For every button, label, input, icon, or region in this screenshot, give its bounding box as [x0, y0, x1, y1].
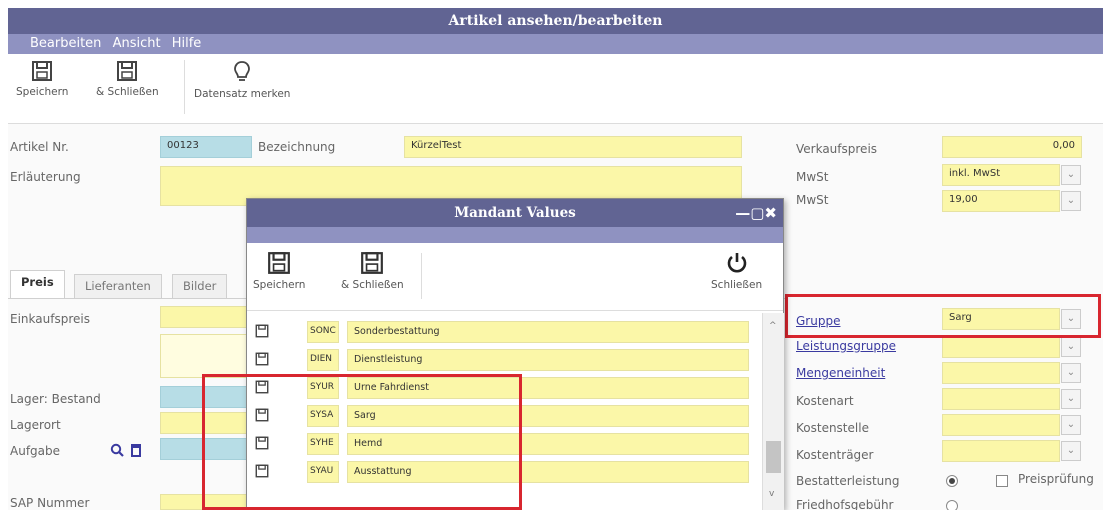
lager-bestand-label: Lager: Bestand [10, 392, 101, 406]
dialog-save-close-button[interactable]: & Schließen [341, 251, 404, 291]
kostenstelle-select[interactable] [942, 414, 1060, 436]
tab-lieferanten[interactable]: Lieferanten [74, 274, 162, 298]
dialog-close-button[interactable]: Schließen [711, 251, 762, 291]
lagerort-label: Lagerort [10, 418, 61, 432]
artikel-nr-field[interactable]: 00123 [160, 136, 252, 158]
dialog-titlebar: Mandant Values —▢✖ [247, 199, 783, 227]
floppy-icon [268, 252, 291, 274]
floppy-icon[interactable] [255, 324, 269, 338]
toolbar-divider [184, 60, 185, 114]
rows-highlight [202, 374, 522, 510]
row-description[interactable]: Dienstleistung [347, 349, 749, 371]
dialog-subbar [247, 227, 783, 243]
chevron-down-icon[interactable]: ⌄ [1061, 363, 1081, 383]
chevron-down-icon[interactable]: ⌄ [1061, 191, 1081, 211]
leistungsgruppe-label[interactable]: Leistungsgruppe [796, 339, 896, 353]
dialog-scrollbar[interactable]: ^ v [762, 313, 784, 510]
einkaufspreis-field[interactable] [160, 306, 248, 328]
menu-bearbeiten[interactable]: Bearbeiten [30, 36, 101, 51]
toolbar: Speichern & Schließen Datensatz merken [8, 54, 1103, 124]
save-close-label: & Schließen [96, 86, 159, 98]
search-icon[interactable] [110, 443, 124, 457]
menu-bar: Bearbeiten Ansicht Hilfe [8, 34, 1103, 54]
verkaufspreis-label: Verkaufspreis [796, 142, 878, 156]
row-code[interactable]: DIEN [307, 349, 339, 371]
sap-nummer-label: SAP Nummer [10, 496, 90, 510]
gruppe-highlight [785, 294, 1101, 338]
menu-ansicht[interactable]: Ansicht [113, 36, 161, 51]
floppy-icon[interactable] [255, 352, 269, 366]
menu-hilfe[interactable]: Hilfe [172, 36, 202, 51]
preispruefung-label: Preisprüfung [1018, 472, 1094, 486]
leistungsgruppe-select[interactable] [942, 336, 1060, 358]
kostenart-select[interactable] [942, 388, 1060, 410]
dialog-title: Mandant Values [454, 205, 576, 221]
dialog-save-label: Speichern [253, 279, 306, 291]
row-description[interactable]: Sonderbestattung [347, 321, 749, 343]
bookmark-label: Datensatz merken [194, 88, 291, 100]
list-row[interactable]: SONC Sonderbestattung [247, 321, 762, 345]
window-title: Artikel ansehen/bearbeiten [8, 8, 1103, 34]
erlaeuterung-label: Erläuterung [10, 170, 81, 184]
kostenart-label: Kostenart [796, 394, 854, 408]
save-button[interactable]: Speichern [16, 60, 68, 98]
chevron-down-icon[interactable]: ⌄ [1061, 389, 1081, 409]
artikel-nr-label: Artikel Nr. [10, 140, 69, 154]
trash-icon[interactable] [130, 443, 142, 457]
dialog-save-close-label: & Schließen [341, 279, 404, 291]
friedhofsgebuehr-label: Friedhofsgebühr [796, 498, 894, 510]
bezeichnung-field[interactable]: KürzelTest [404, 136, 742, 158]
dialog-toolbar: Speichern & Schließen Schließen [247, 243, 783, 311]
friedhofsgebuehr-radio[interactable] [946, 500, 958, 510]
chevron-down-icon[interactable]: ⌄ [1061, 165, 1081, 185]
mengeneinheit-label[interactable]: Mengeneinheit [796, 366, 885, 380]
preis-extra-field [160, 334, 248, 378]
mengeneinheit-select[interactable] [942, 362, 1060, 384]
row-code[interactable]: SONC [307, 321, 339, 343]
dialog-toolbar-divider [421, 253, 422, 299]
preispruefung-checkbox[interactable] [996, 475, 1008, 487]
power-icon [727, 253, 746, 273]
bezeichnung-label: Bezeichnung [258, 140, 336, 154]
bestatterleistung-radio[interactable] [946, 475, 958, 487]
dialog-save-button[interactable]: Speichern [253, 251, 305, 291]
kostentraeger-select[interactable] [942, 440, 1060, 462]
mwst-label-1: MwSt [796, 170, 829, 184]
bestatterleistung-label: Bestatterleistung [796, 474, 900, 488]
kostenstelle-label: Kostenstelle [796, 421, 869, 435]
chevron-down-icon[interactable]: v [769, 489, 774, 499]
list-row[interactable]: DIEN Dienstleistung [247, 349, 762, 373]
tab-preis[interactable]: Preis [10, 270, 65, 298]
verkaufspreis-field[interactable]: 0,00 [942, 136, 1082, 158]
floppy-icon [361, 252, 384, 274]
mwst-label-2: MwSt [796, 193, 829, 207]
chevron-up-icon[interactable]: ^ [769, 321, 777, 331]
lightbulb-icon [234, 61, 251, 81]
aufgabe-label: Aufgabe [10, 444, 61, 458]
mwst-select-1[interactable]: inkl. MwSt [942, 164, 1060, 186]
dialog-close-label: Schließen [711, 279, 763, 291]
chevron-down-icon[interactable]: ⌄ [1061, 415, 1081, 435]
scrollbar-thumb[interactable] [766, 441, 781, 473]
save-label: Speichern [16, 86, 69, 98]
kostentraeger-label: Kostenträger [796, 448, 874, 462]
floppy-icon [117, 61, 138, 81]
mwst-select-2[interactable]: 19,00 [942, 190, 1060, 212]
chevron-down-icon[interactable]: ⌄ [1061, 441, 1081, 461]
einkaufspreis-label: Einkaufspreis [10, 312, 90, 326]
window-controls[interactable]: —▢✖ [735, 199, 777, 227]
chevron-down-icon[interactable]: ⌄ [1061, 337, 1081, 357]
floppy-icon [32, 61, 53, 81]
tab-bilder[interactable]: Bilder [172, 274, 228, 298]
bookmark-button[interactable]: Datensatz merken [194, 60, 290, 100]
save-close-button[interactable]: & Schließen [96, 60, 159, 98]
